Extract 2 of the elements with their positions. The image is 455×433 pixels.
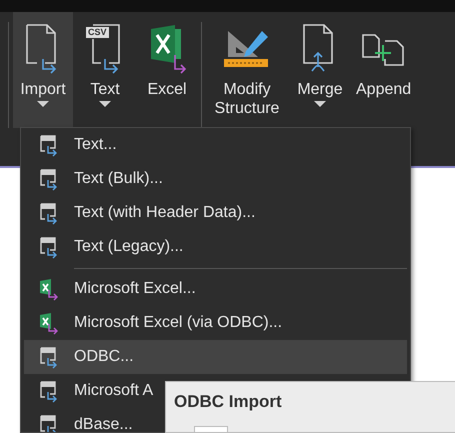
dialog-title: ODBC Import <box>174 392 283 412</box>
csv-badge: CSV <box>86 27 109 38</box>
